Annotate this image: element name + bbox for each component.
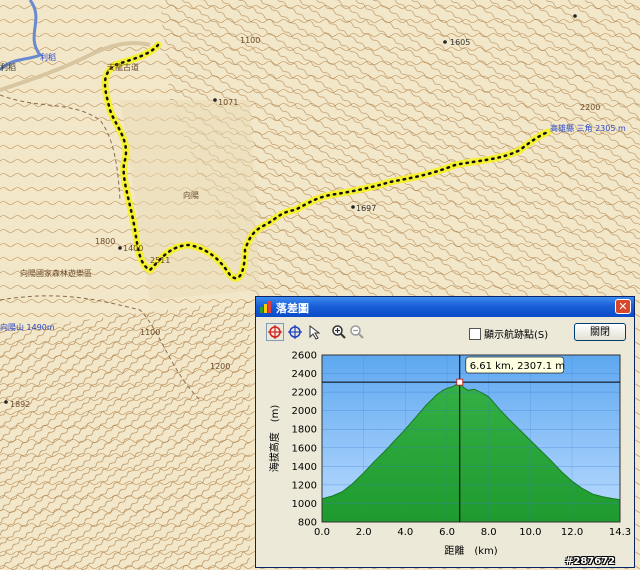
map-label: 天龍古道 xyxy=(107,63,139,72)
zoom-out-icon[interactable] xyxy=(348,323,366,341)
x-tick-label: 0.0 xyxy=(314,527,330,538)
map-label: 1800 xyxy=(95,237,116,246)
show-waypoints-checkbox[interactable] xyxy=(469,327,481,340)
map-label: 向陽 xyxy=(183,191,199,200)
peak-marker xyxy=(118,246,122,250)
show-waypoints-toggle[interactable]: 顯示航跡點(S) xyxy=(469,326,548,341)
peak-marker xyxy=(351,205,355,209)
map-label: 1697 xyxy=(356,204,377,213)
crosshair-blue-icon[interactable] xyxy=(286,323,304,341)
x-tick-label: 14.3 xyxy=(609,527,631,538)
y-tick-label: 1400 xyxy=(292,462,317,473)
elevation-chart[interactable]: 800 1000 1200 1400 1600 1800 2000 2200 2400 2600 0… xyxy=(256,347,634,567)
dialog-titlebar[interactable]: 落差圖 ✕ xyxy=(256,297,634,317)
y-tick-label: 1800 xyxy=(292,425,317,436)
y-tick-label: 2200 xyxy=(292,388,317,399)
map-label: 高雄縣 三角 2305 m xyxy=(550,124,626,133)
map-label: 1100 xyxy=(240,36,261,45)
map-label: 1071 xyxy=(218,98,239,107)
map-label: 1605 xyxy=(450,38,471,47)
x-tick-label: 12.0 xyxy=(561,527,583,538)
x-tick-label: 8.0 xyxy=(481,527,497,538)
x-tick-label: 6.0 xyxy=(439,527,455,538)
peak-marker xyxy=(443,40,447,44)
elevation-chart-svg[interactable]: 8001000120014001600180020002200240026000… xyxy=(256,347,634,567)
peak-marker xyxy=(573,14,577,18)
elevation-profile-dialog: 落差圖 ✕ 顯示航跡點(S) 關閉 800 1000 1200 1400 160… xyxy=(255,296,635,568)
map-label: 向陽山 1490m xyxy=(0,323,55,332)
map-label: 2511 xyxy=(150,256,171,265)
map-label: 利稻 xyxy=(0,63,16,72)
watermark: #287672 xyxy=(565,556,616,567)
y-tick-label: 1000 xyxy=(292,499,317,510)
dialog-title: 落差圖 xyxy=(276,302,309,315)
cursor-marker[interactable] xyxy=(456,378,464,386)
map-label: 利稻 xyxy=(40,53,56,62)
y-tick-label: 1200 xyxy=(292,480,317,491)
window-close-button[interactable]: ✕ xyxy=(615,299,631,314)
select-tool-icon[interactable] xyxy=(306,323,324,341)
map-label: 1200 xyxy=(210,362,231,371)
y-tick-label: 2600 xyxy=(292,351,317,362)
x-axis-label: 距離 (km) xyxy=(444,544,497,557)
dialog-toolbar: 顯示航跡點(S) 關閉 xyxy=(256,318,634,346)
peak-marker xyxy=(213,98,217,102)
y-tick-label: 2000 xyxy=(292,406,317,417)
map-label: 1100 xyxy=(140,328,161,337)
show-waypoints-label: 顯示航跡點(S) xyxy=(484,330,549,341)
map-label: 向陽國家森林遊樂區 xyxy=(20,269,92,278)
y-tick-label: 1600 xyxy=(292,443,317,454)
zoom-in-icon[interactable] xyxy=(330,323,348,341)
profile-app-icon xyxy=(260,301,271,313)
x-tick-label: 2.0 xyxy=(356,527,372,538)
y-tick-label: 2400 xyxy=(292,369,317,380)
y-axis-label: 海拔高度 (m) xyxy=(268,405,281,473)
x-tick-label: 4.0 xyxy=(397,527,413,538)
map-label: 2200 xyxy=(580,103,601,112)
map-label: 1400 xyxy=(123,244,144,253)
crosshair-red-icon[interactable] xyxy=(266,323,284,341)
peak-marker xyxy=(4,400,8,404)
close-button[interactable]: 關閉 xyxy=(574,323,626,341)
map-label: 1892 xyxy=(10,400,31,409)
x-tick-label: 10.0 xyxy=(519,527,541,538)
cursor-tooltip-text: 6.61 km, 2307.1 m xyxy=(470,361,565,372)
